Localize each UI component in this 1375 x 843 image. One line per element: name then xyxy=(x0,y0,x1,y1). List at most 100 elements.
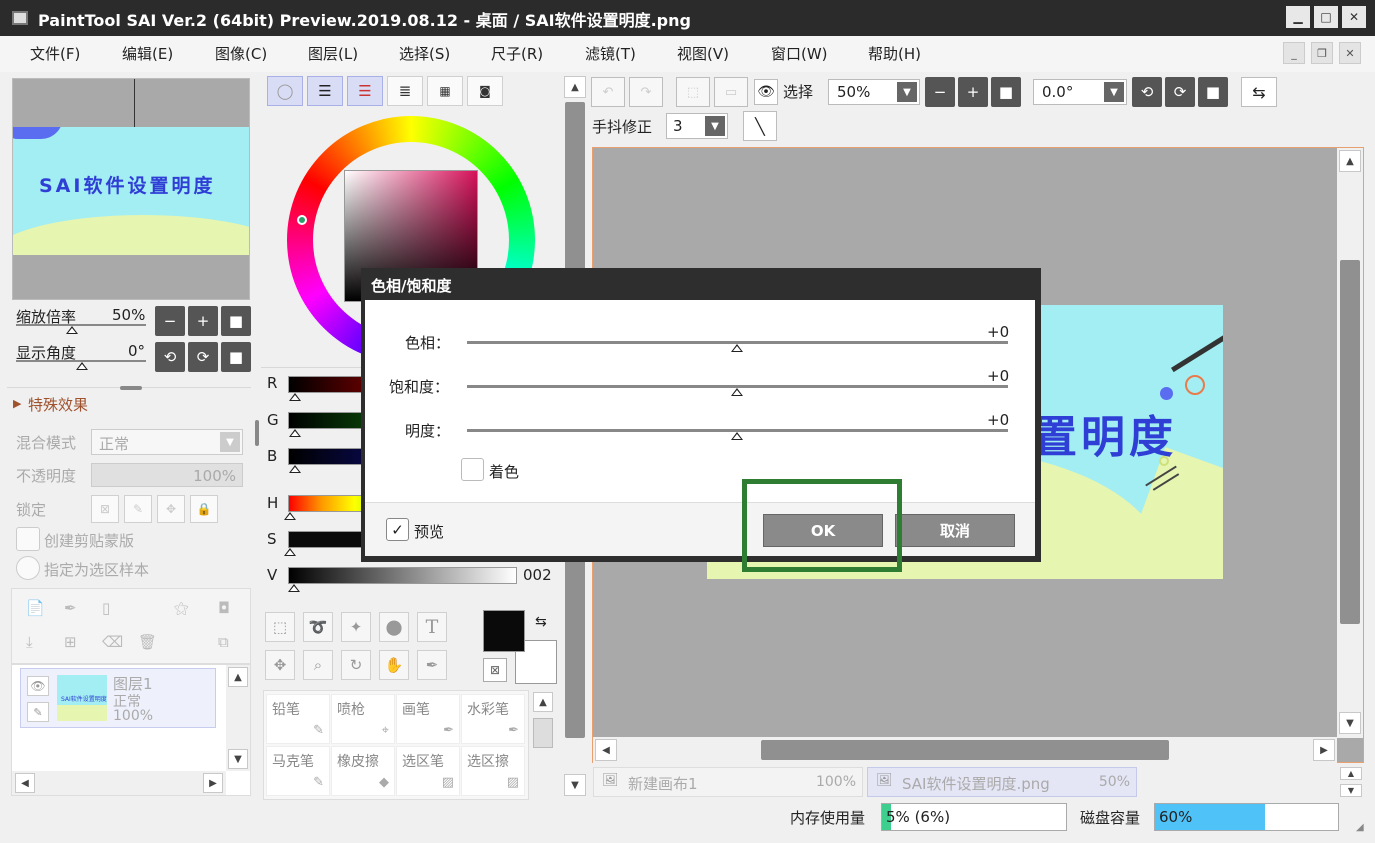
s-slider-thumb[interactable] xyxy=(284,548,296,556)
layer-edit-icon[interactable]: ✎ xyxy=(27,702,49,722)
layer-item[interactable]: 👁 ✎ SAI软件设置明度 图层1 正常 100% xyxy=(20,668,216,728)
menu-edit[interactable]: 编辑(E) xyxy=(122,43,173,64)
sample-checkbox[interactable] xyxy=(16,556,40,580)
doc-tab-1[interactable]: 🖼 新建画布1 100% xyxy=(593,767,863,797)
zoom-out-button[interactable]: − xyxy=(155,306,185,336)
angle-select[interactable]: 0.0° ▼ xyxy=(1033,79,1127,105)
zoom-slider-thumb[interactable] xyxy=(66,326,78,334)
doc-minimize-button[interactable]: _ xyxy=(1283,42,1305,64)
canvas-scroll-left[interactable]: ◀ xyxy=(595,739,617,761)
canvas-scroll-right[interactable]: ▶ xyxy=(1313,739,1335,761)
canvas-vscrollbar[interactable]: ▲ ▼ xyxy=(1337,148,1363,738)
brush-select-eraser[interactable]: 选区擦 ▨ xyxy=(461,746,525,796)
lock-all-icon[interactable]: 🔒 xyxy=(190,495,218,523)
swatch-tab-icon[interactable]: ≣ xyxy=(387,76,423,106)
blend-select[interactable]: 正常 ▼ xyxy=(91,429,243,455)
stabilizer-select[interactable]: 3 ▼ xyxy=(666,113,728,139)
h-slider-thumb[interactable] xyxy=(284,512,296,520)
brush-marker[interactable]: 马克笔 ✎ xyxy=(266,746,330,796)
eyedropper-tool-icon[interactable]: ✒ xyxy=(417,650,447,680)
g-slider-thumb[interactable] xyxy=(289,429,301,437)
brush-pencil[interactable]: 铅笔 ✎ xyxy=(266,694,330,744)
saturation-slider-thumb[interactable] xyxy=(731,388,743,396)
swap-colors-icon[interactable]: ⇆ xyxy=(535,614,547,630)
zoom-in-button[interactable]: + xyxy=(188,306,218,336)
layer-scroll-up[interactable]: ▲ xyxy=(228,667,248,687)
v-slider-thumb[interactable] xyxy=(288,584,300,592)
color-wheel-tab-icon[interactable]: ◯ xyxy=(267,76,303,106)
tool-panel-scroll-up[interactable]: ▲ xyxy=(564,76,586,98)
cancel-button[interactable]: 取消 xyxy=(895,514,1015,547)
toolbar-zoom-reset-button[interactable]: ■ xyxy=(991,77,1021,107)
invert-select-button[interactable]: ▭ xyxy=(714,77,748,107)
resize-grip-icon[interactable]: ◢ xyxy=(1356,822,1364,833)
rotate-ccw-button[interactable]: ⟲ xyxy=(155,342,185,372)
brush-scroll-thumb[interactable] xyxy=(533,718,553,748)
tool-panel-scroll-down[interactable]: ▼ xyxy=(564,774,586,796)
menu-file[interactable]: 文件(F) xyxy=(30,43,80,64)
rotate-tool-icon[interactable]: ↻ xyxy=(341,650,371,680)
canvas-scroll-up[interactable]: ▲ xyxy=(1339,150,1361,172)
layer-scroll-right[interactable]: ▶ xyxy=(203,773,223,793)
menu-layer[interactable]: 图层(L) xyxy=(308,43,358,64)
menu-filter[interactable]: 滤镜(T) xyxy=(585,43,636,64)
undo-button[interactable]: ↶ xyxy=(591,77,625,107)
menu-ruler[interactable]: 尺子(R) xyxy=(491,43,543,64)
toolbar-rotate-cw-button[interactable]: ⟳ xyxy=(1165,77,1195,107)
canvas-hscroll-thumb[interactable] xyxy=(761,740,1169,760)
layer-mask-icon[interactable]: ◘ xyxy=(218,599,230,617)
panel-splitter-handle[interactable] xyxy=(120,386,142,390)
toolbar-rotate-reset-button[interactable]: ■ xyxy=(1198,77,1228,107)
lock-transparency-icon[interactable]: ⊠ xyxy=(91,495,119,523)
menu-help[interactable]: 帮助(H) xyxy=(868,43,921,64)
lock-move-icon[interactable]: ✥ xyxy=(157,495,185,523)
toolbar-zoom-out-button[interactable]: − xyxy=(925,77,955,107)
navigator-preview[interactable]: SAI软件设置明度 xyxy=(12,78,250,300)
lasso-tool-icon[interactable]: ➰ xyxy=(303,612,333,642)
hue-slider-thumb[interactable] xyxy=(731,344,743,352)
new-pen-layer-icon[interactable]: ✒ xyxy=(64,599,77,617)
rotate-cw-button[interactable]: ⟳ xyxy=(188,342,218,372)
toolbar-zoom-in-button[interactable]: + xyxy=(958,77,988,107)
foreground-color-swatch[interactable] xyxy=(483,610,525,652)
doc-tab-2[interactable]: 🖼 SAI软件设置明度.png 50% xyxy=(867,767,1137,797)
brush-airbrush[interactable]: 喷枪 ⌖ xyxy=(331,694,395,744)
lightness-slider-thumb[interactable] xyxy=(731,432,743,440)
deselect-button[interactable]: ⬚ xyxy=(676,77,710,107)
doc-restore-button[interactable]: ❐ xyxy=(1311,42,1333,64)
layer-scroll-down[interactable]: ▼ xyxy=(228,749,248,769)
preview-checkbox[interactable]: ✓ xyxy=(386,518,409,541)
clear-layer-icon[interactable]: ⌫ xyxy=(102,633,123,651)
magic-wand-tool-icon[interactable]: ✦ xyxy=(341,612,371,642)
new-layer-icon[interactable]: 📄 xyxy=(26,599,45,617)
brush-scroll-up[interactable]: ▲ xyxy=(533,692,553,712)
brush-eraser[interactable]: 橡皮擦 ◆ xyxy=(331,746,395,796)
rotate-reset-button[interactable]: ■ xyxy=(221,342,251,372)
layer-visibility-icon[interactable]: 👁 xyxy=(27,676,49,696)
palette-tab-icon[interactable]: ▦ xyxy=(427,76,463,106)
colorize-checkbox[interactable] xyxy=(461,458,484,481)
redo-button[interactable]: ↷ xyxy=(629,77,663,107)
maximize-button[interactable]: □ xyxy=(1314,6,1338,28)
menu-window[interactable]: 窗口(W) xyxy=(771,43,828,64)
zoom-tool-icon[interactable]: ⌕ xyxy=(303,650,333,680)
close-button[interactable]: ✕ xyxy=(1342,6,1366,28)
effects-arrow-icon[interactable]: ▶ xyxy=(13,397,21,410)
merge-down-icon[interactable]: ⤓ xyxy=(26,633,33,651)
move-tool-icon[interactable]: ✥ xyxy=(265,650,295,680)
duplicate-layer-icon[interactable]: ⊞ xyxy=(64,633,77,651)
r-slider-thumb[interactable] xyxy=(289,393,301,401)
layer-effect-icon[interactable]: ⚝ xyxy=(174,599,189,617)
canvas-hscrollbar[interactable]: ◀ ▶ xyxy=(593,737,1337,763)
toolbar-rotate-ccw-button[interactable]: ⟲ xyxy=(1132,77,1162,107)
b-slider-thumb[interactable] xyxy=(289,465,301,473)
menu-view[interactable]: 视图(V) xyxy=(677,43,729,64)
new-folder-icon[interactable]: ▯ xyxy=(102,599,110,617)
transparent-color-icon[interactable]: ⊠ xyxy=(483,658,507,682)
brush-select-pen[interactable]: 选区笔 ▨ xyxy=(396,746,460,796)
layer-scroll-left[interactable]: ◀ xyxy=(15,773,35,793)
select-visibility-icon[interactable]: 👁 xyxy=(754,79,778,105)
angle-slider-thumb[interactable] xyxy=(76,362,88,370)
lock-paint-icon[interactable]: ✎ xyxy=(124,495,152,523)
minimize-button[interactable]: ▁ xyxy=(1286,6,1310,28)
